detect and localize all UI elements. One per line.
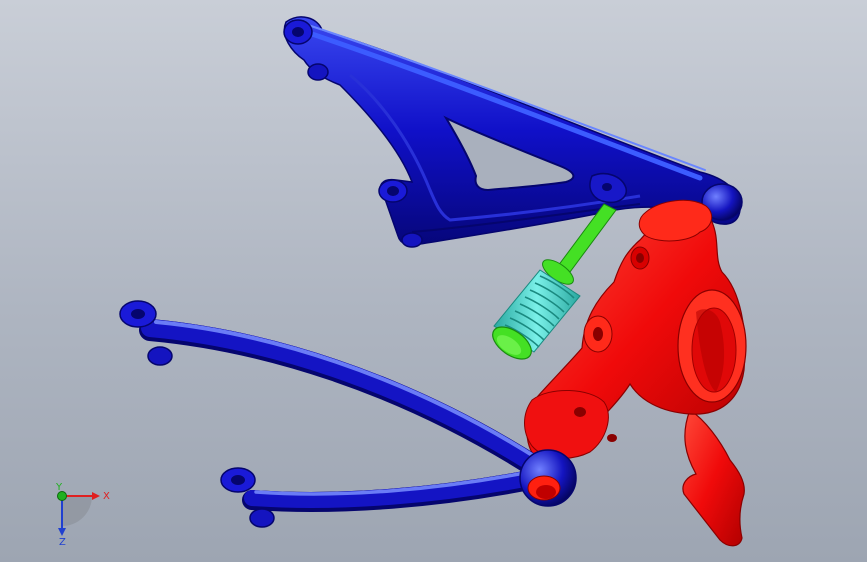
knuckle-upper-boss-hole-inner — [636, 253, 644, 263]
upper-arm-rear-bushing-hole — [292, 27, 304, 37]
knuckle-lower-boss-hole-2 — [607, 434, 617, 442]
lower-arm-rear-bushing-hole — [131, 309, 145, 319]
lower-arm-rear-bushing-lower — [147, 346, 173, 366]
axis-triad: X Y Z — [55, 482, 110, 548]
upper-arm-front-bushing-hole — [387, 186, 399, 196]
lower-arm-ball-joint-cup-shade — [536, 485, 556, 499]
assembly-scene[interactable]: X Y Z — [0, 0, 867, 562]
knuckle-side-ear-hole — [593, 327, 603, 341]
lower-arm-front-bushing-lower — [249, 508, 275, 528]
knuckle-steering-arm[interactable] — [682, 409, 745, 547]
triad-z-arrowhead — [58, 528, 66, 536]
upper-arm-shock-mount-hole — [602, 183, 612, 191]
knuckle-lower-boss — [524, 390, 609, 459]
triad-x-label: X — [103, 491, 110, 502]
triad-z-label: Z — [59, 537, 66, 548]
upper-arm-rear-bushing-lower — [307, 63, 329, 81]
triad-x-arrowhead — [92, 492, 100, 500]
triad-shadow-arc — [62, 496, 92, 526]
triad-y-label: Y — [55, 482, 63, 493]
upper-arm-front-bushing-lower — [401, 232, 423, 248]
lower-arm-front-bushing-hole — [231, 475, 245, 485]
lower-arm-rear-tube — [139, 319, 551, 481]
knuckle-lower-boss-hole — [574, 407, 586, 417]
cad-3d-viewport[interactable]: X Y Z — [0, 0, 867, 562]
